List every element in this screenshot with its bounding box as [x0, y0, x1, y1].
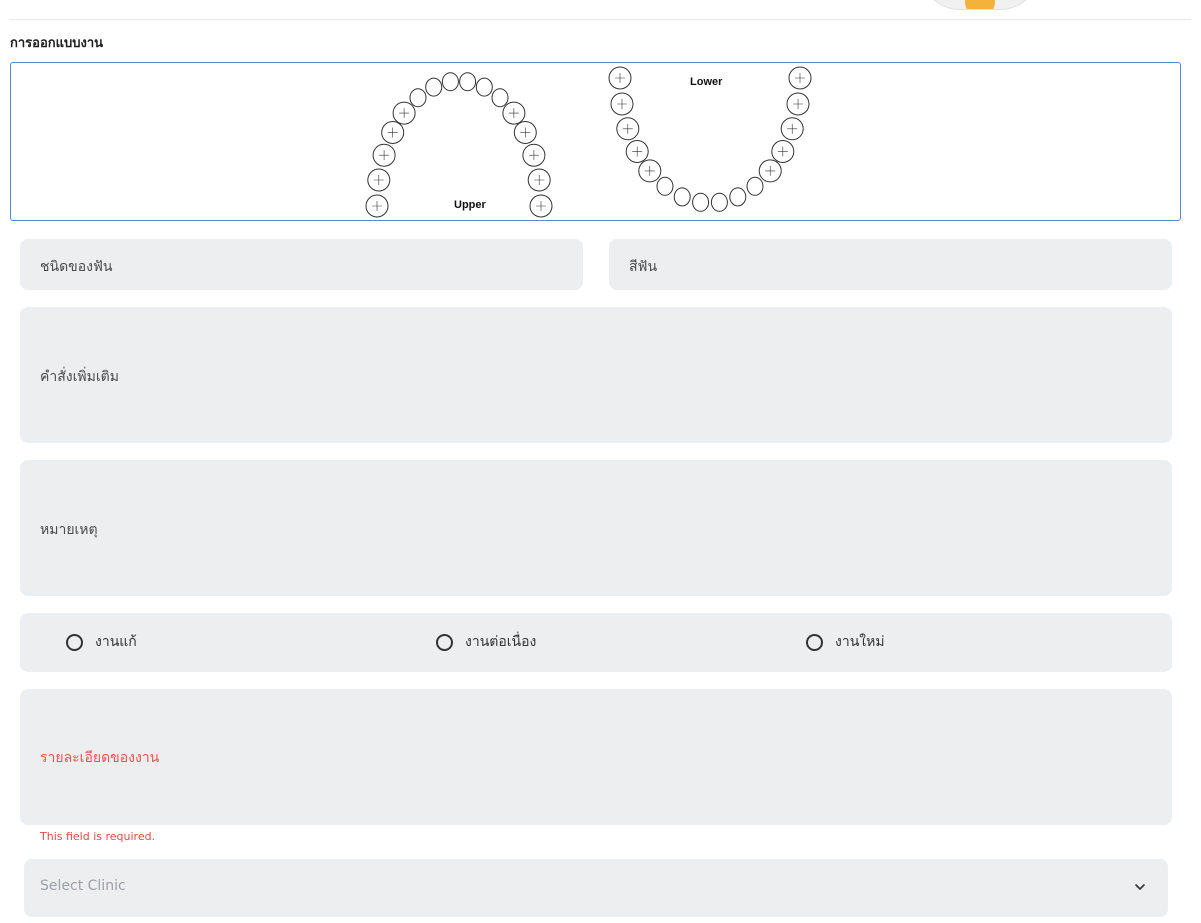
- work-detail-error: This field is required.: [40, 830, 156, 843]
- work-detail-placeholder: รายละเอียดของงาน: [40, 750, 160, 766]
- tooth-outline[interactable]: [409, 88, 427, 108]
- tooth-outline[interactable]: [746, 176, 764, 196]
- clinic-select[interactable]: Select Clinic: [24, 859, 1168, 917]
- tooth-color-field[interactable]: สีฟัน: [609, 239, 1172, 290]
- badge-dot-icon: [965, 0, 995, 9]
- tooth-outline[interactable]: [710, 192, 728, 212]
- radio-repair-work[interactable]: งานแก้: [66, 631, 137, 653]
- upper-arch: [365, 72, 553, 218]
- tooth-outline[interactable]: [692, 192, 710, 212]
- tooth-type-field[interactable]: ชนิดของฟัน: [20, 239, 583, 290]
- radio-new-work[interactable]: งานใหม่: [806, 631, 885, 653]
- tooth-outline[interactable]: [475, 77, 493, 97]
- tooth-outline[interactable]: [425, 77, 443, 97]
- radio-circle-icon[interactable]: [436, 633, 453, 651]
- tooth-outline[interactable]: [656, 176, 674, 196]
- tooth-chart-image[interactable]: Upper Lower: [359, 66, 833, 218]
- section-title: การออกแบบงาน: [10, 36, 104, 51]
- extra-instructions-textarea[interactable]: คำสั่งเพิ่มเติม: [20, 307, 1172, 443]
- lower-jaw-label: Lower: [690, 76, 723, 88]
- tooth-chart-box[interactable]: Upper Lower: [10, 62, 1181, 221]
- work-type-radio-group: งานแก้ งานต่อเนื่อง งานใหม่: [20, 613, 1172, 672]
- remark-placeholder: หมายเหตุ: [40, 522, 98, 538]
- extra-instructions-placeholder: คำสั่งเพิ่มเติม: [40, 369, 119, 385]
- radio-new-label: งานใหม่: [835, 634, 885, 650]
- tooth-outline[interactable]: [673, 187, 691, 207]
- top-divider: [10, 19, 1191, 20]
- radio-repair-label: งานแก้: [95, 634, 137, 650]
- lower-arch: [608, 66, 812, 212]
- radio-continuing-label: งานต่อเนื่อง: [465, 634, 537, 650]
- tooth-outline[interactable]: [459, 72, 477, 92]
- work-detail-textarea[interactable]: รายละเอียดของงาน: [20, 689, 1172, 825]
- tooth-outline[interactable]: [729, 187, 747, 207]
- tooth-outline[interactable]: [441, 72, 459, 92]
- tooth-outline[interactable]: [491, 88, 509, 108]
- remark-textarea[interactable]: หมายเหตุ: [20, 460, 1172, 596]
- radio-continuing-work[interactable]: งานต่อเนื่อง: [436, 631, 536, 653]
- tooth-type-placeholder: ชนิดของฟัน: [40, 259, 113, 275]
- tooth-color-placeholder: สีฟัน: [629, 259, 658, 275]
- upper-jaw-label: Upper: [454, 199, 486, 211]
- clinic-select-placeholder: Select Clinic: [40, 878, 126, 894]
- chevron-down-icon: [1135, 884, 1145, 890]
- tooth-chart-svg: [365, 66, 812, 218]
- radio-circle-icon[interactable]: [806, 633, 823, 651]
- radio-circle-icon[interactable]: [66, 633, 83, 651]
